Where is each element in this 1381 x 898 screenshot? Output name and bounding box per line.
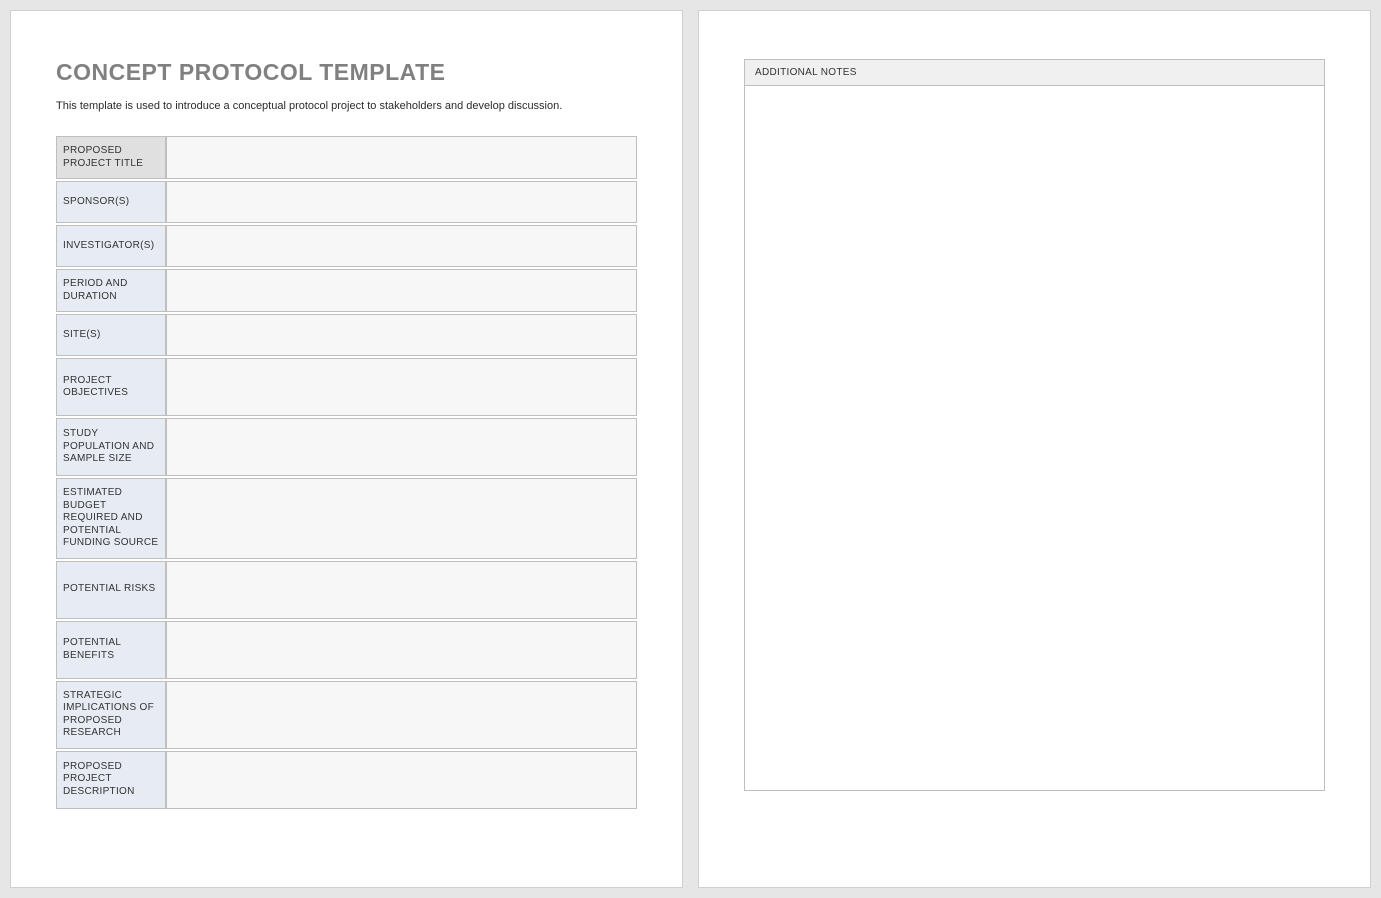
field-row-proposed-project-title: PROPOSED PROJECT TITLE xyxy=(56,136,637,179)
field-row-sponsors: SPONSOR(S) xyxy=(56,181,637,223)
field-value[interactable] xyxy=(166,561,637,619)
field-row-proposed-description: PROPOSED PROJECT DESCRIPTION xyxy=(56,751,637,809)
field-row-strategic-implications: STRATEGIC IMPLICATIONS OF PROPOSED RESEA… xyxy=(56,681,637,749)
field-value[interactable] xyxy=(166,621,637,679)
field-value[interactable] xyxy=(166,681,637,749)
page-1: CONCEPT PROTOCOL TEMPLATE This template … xyxy=(10,10,683,888)
field-label: SPONSOR(S) xyxy=(56,181,166,223)
document-subtitle: This template is used to introduce a con… xyxy=(56,100,637,112)
field-row-period-duration: PERIOD AND DURATION xyxy=(56,269,637,312)
field-value[interactable] xyxy=(166,478,637,559)
field-label: STUDY POPULATION AND SAMPLE SIZE xyxy=(56,418,166,476)
form-table: PROPOSED PROJECT TITLE SPONSOR(S) INVEST… xyxy=(56,134,637,811)
page-2: ADDITIONAL NOTES xyxy=(698,10,1371,888)
additional-notes-header: ADDITIONAL NOTES xyxy=(745,60,1324,86)
field-label: PROJECT OBJECTIVES xyxy=(56,358,166,416)
field-label: POTENTIAL BENEFITS xyxy=(56,621,166,679)
field-row-potential-risks: POTENTIAL RISKS xyxy=(56,561,637,619)
field-label: PERIOD AND DURATION xyxy=(56,269,166,312)
field-value[interactable] xyxy=(166,751,637,809)
field-value[interactable] xyxy=(166,225,637,267)
field-label: PROPOSED PROJECT DESCRIPTION xyxy=(56,751,166,809)
field-row-potential-benefits: POTENTIAL BENEFITS xyxy=(56,621,637,679)
additional-notes-body[interactable] xyxy=(745,86,1324,788)
field-label: SITE(S) xyxy=(56,314,166,356)
field-value[interactable] xyxy=(166,418,637,476)
field-label: ESTIMATED BUDGET REQUIRED AND POTENTIAL … xyxy=(56,478,166,559)
document-title: CONCEPT PROTOCOL TEMPLATE xyxy=(56,59,637,86)
field-label: PROPOSED PROJECT TITLE xyxy=(56,136,166,179)
field-row-sites: SITE(S) xyxy=(56,314,637,356)
field-label: INVESTIGATOR(S) xyxy=(56,225,166,267)
field-value[interactable] xyxy=(166,181,637,223)
field-label: POTENTIAL RISKS xyxy=(56,561,166,619)
additional-notes-box: ADDITIONAL NOTES xyxy=(744,59,1325,791)
field-value[interactable] xyxy=(166,358,637,416)
field-row-project-objectives: PROJECT OBJECTIVES xyxy=(56,358,637,416)
field-row-investigators: INVESTIGATOR(S) xyxy=(56,225,637,267)
field-value[interactable] xyxy=(166,136,637,179)
field-label: STRATEGIC IMPLICATIONS OF PROPOSED RESEA… xyxy=(56,681,166,749)
field-value[interactable] xyxy=(166,314,637,356)
field-value[interactable] xyxy=(166,269,637,312)
field-row-study-population: STUDY POPULATION AND SAMPLE SIZE xyxy=(56,418,637,476)
field-row-estimated-budget: ESTIMATED BUDGET REQUIRED AND POTENTIAL … xyxy=(56,478,637,559)
